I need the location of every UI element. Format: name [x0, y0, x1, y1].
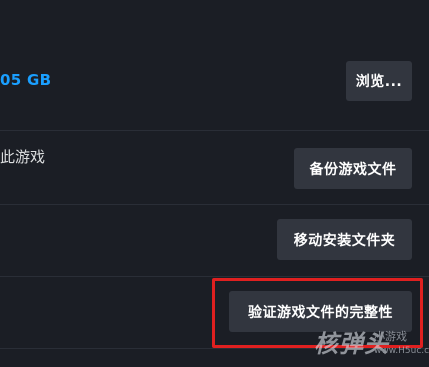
backup-game-files-button[interactable]: 备份游戏文件: [294, 148, 412, 189]
row-divider: [0, 348, 429, 349]
backup-row-label: 此游戏: [0, 148, 46, 166]
browse-button[interactable]: 浏览...: [346, 61, 412, 101]
verify-game-files-button[interactable]: 验证游戏文件的完整性: [229, 291, 412, 332]
row-divider: [0, 276, 429, 277]
row-divider: [0, 204, 429, 205]
install-size-text: 05 GB: [0, 71, 52, 89]
move-install-folder-button[interactable]: 移动安装文件夹: [277, 219, 412, 260]
row-divider: [0, 130, 429, 131]
